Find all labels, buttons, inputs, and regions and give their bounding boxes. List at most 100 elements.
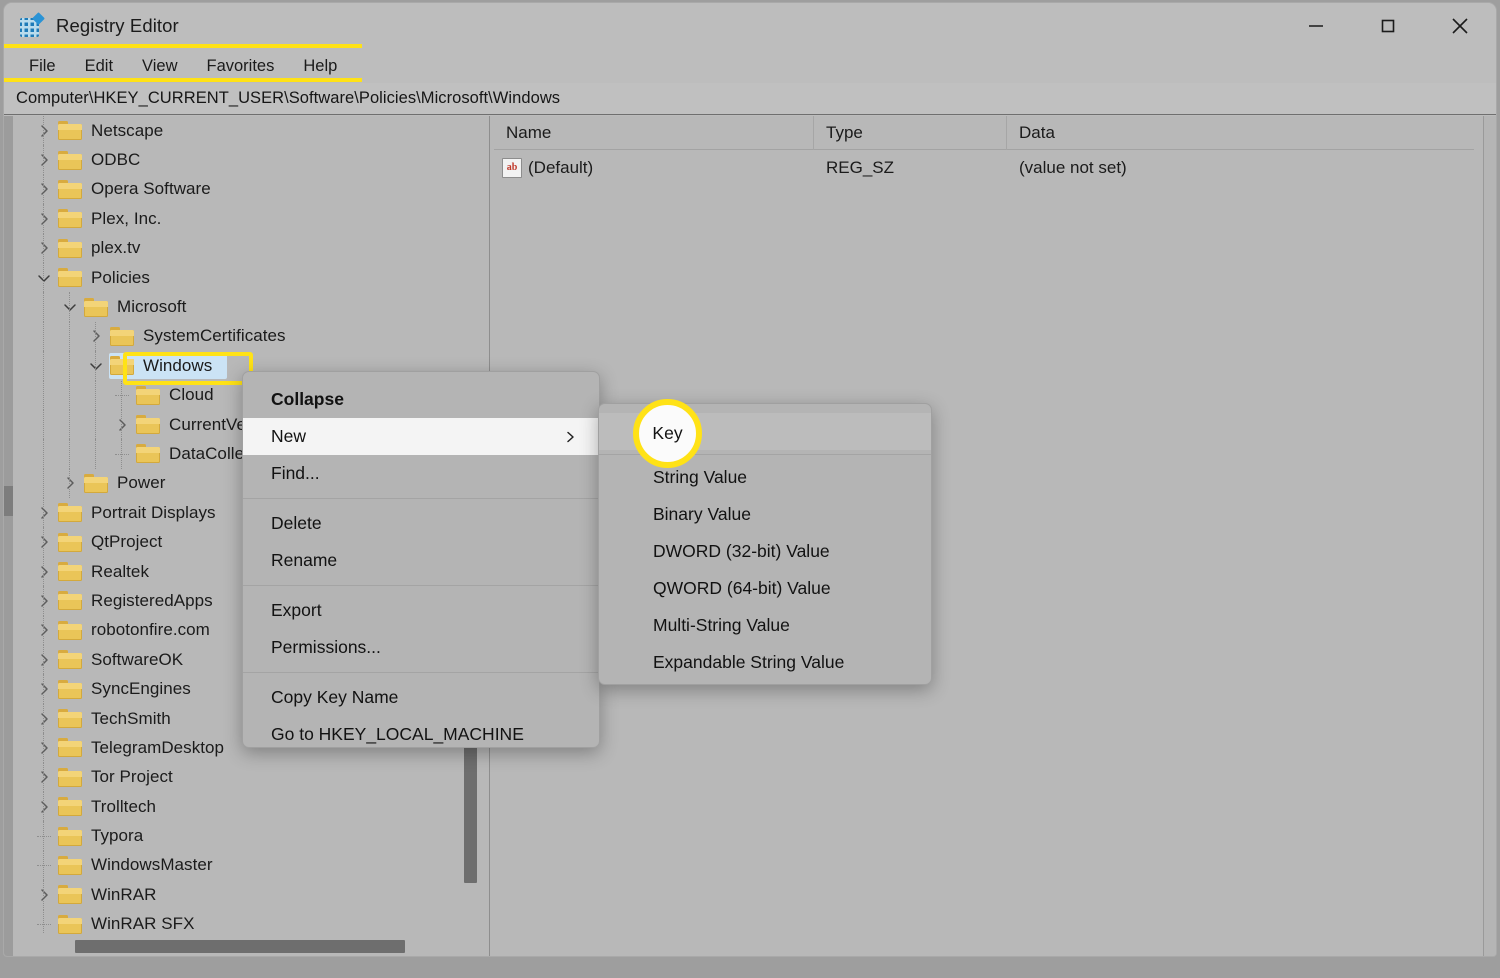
tree-item-typora[interactable]: Typora bbox=[13, 821, 468, 851]
tree-item-netscape[interactable]: Netscape bbox=[13, 116, 468, 146]
menu-file[interactable]: File bbox=[18, 55, 67, 78]
tree-item-trolltech[interactable]: Trolltech bbox=[13, 791, 468, 822]
tree-guide-line bbox=[43, 586, 44, 616]
context-menu-item-collapse[interactable]: Collapse bbox=[243, 381, 599, 418]
tree-guide-line bbox=[95, 321, 96, 352]
tree-item-windowsmaster[interactable]: WindowsMaster bbox=[13, 850, 468, 881]
column-header-type[interactable]: Type bbox=[814, 115, 1007, 150]
submenu-item-dword-32-bit-value[interactable]: DWORD (32-bit) Value bbox=[599, 533, 931, 570]
chevron-right-icon[interactable] bbox=[31, 212, 57, 226]
chevron-right-icon[interactable] bbox=[31, 182, 57, 196]
submenu-item-label: String Value bbox=[653, 467, 748, 487]
chevron-right-icon[interactable] bbox=[31, 124, 57, 138]
folder-icon bbox=[57, 650, 83, 670]
context-menu-item-find[interactable]: Find... bbox=[243, 455, 599, 492]
submenu-item-label: Expandable String Value bbox=[653, 652, 845, 672]
tree-item-systemcertificates[interactable]: SystemCertificates bbox=[13, 321, 468, 352]
menu-help[interactable]: Help bbox=[292, 55, 348, 78]
chevron-right-icon[interactable] bbox=[57, 476, 83, 490]
submenu-item-string-value[interactable]: String Value bbox=[599, 459, 931, 496]
close-button[interactable] bbox=[1424, 3, 1496, 49]
submenu-item-key[interactable]: Key bbox=[599, 413, 931, 450]
menu-favorites[interactable]: Favorites bbox=[196, 55, 286, 78]
value-name-text: (Default) bbox=[528, 158, 594, 177]
chevron-right-icon[interactable] bbox=[31, 712, 57, 726]
folder-icon bbox=[57, 885, 83, 905]
column-header-data[interactable]: Data bbox=[1007, 116, 1474, 150]
tree-item-label: Netscape bbox=[91, 120, 164, 140]
value-name-cell: ab (Default) bbox=[494, 158, 814, 178]
submenu-item-binary-value[interactable]: Binary Value bbox=[599, 496, 931, 533]
tree-item-policies[interactable]: Policies bbox=[13, 262, 468, 293]
tree-horizontal-scrollbar[interactable] bbox=[13, 934, 479, 956]
tree-item-opera-software[interactable]: Opera Software bbox=[13, 174, 468, 205]
menu-edit[interactable]: Edit bbox=[74, 55, 124, 78]
chevron-down-icon[interactable] bbox=[57, 300, 83, 314]
tree-guide-line bbox=[43, 556, 44, 587]
tree-guide-line bbox=[43, 880, 44, 910]
submenu-item-multi-string-value[interactable]: Multi-String Value bbox=[599, 607, 931, 644]
submenu-item-label: QWORD (64-bit) Value bbox=[653, 578, 831, 598]
tree-guide-line bbox=[43, 762, 44, 792]
tree-item-tor-project[interactable]: Tor Project bbox=[13, 762, 468, 792]
context-menu-item-delete[interactable]: Delete bbox=[243, 505, 599, 542]
chevron-right-icon[interactable] bbox=[31, 565, 57, 579]
chevron-right-icon[interactable] bbox=[31, 594, 57, 608]
tree-item-label: WinRAR SFX bbox=[91, 914, 195, 934]
minimize-button[interactable] bbox=[1280, 3, 1352, 49]
context-menu-item-copy-key-name[interactable]: Copy Key Name bbox=[243, 679, 599, 716]
folder-icon bbox=[57, 532, 83, 552]
chevron-right-icon[interactable] bbox=[83, 329, 109, 343]
chevron-right-icon[interactable] bbox=[31, 653, 57, 667]
tree-item-odbc[interactable]: ODBC bbox=[13, 145, 468, 175]
tree-horizontal-scroll-thumb[interactable] bbox=[75, 940, 405, 953]
submenu-item-expandable-string-value[interactable]: Expandable String Value bbox=[599, 644, 931, 681]
submenu-item-qword-64-bit-value[interactable]: QWORD (64-bit) Value bbox=[599, 570, 931, 607]
context-menu-item-label: Copy Key Name bbox=[271, 687, 399, 707]
tree-item-microsoft[interactable]: Microsoft bbox=[13, 292, 468, 322]
tree-item-label: TelegramDesktop bbox=[91, 737, 225, 757]
tree-item-winrar[interactable]: WinRAR bbox=[13, 880, 468, 910]
table-row[interactable]: ab (Default) REG_SZ (value not set) bbox=[494, 152, 1474, 184]
values-vertical-scrollbar[interactable] bbox=[1484, 116, 1496, 956]
chevron-right-icon[interactable] bbox=[31, 623, 57, 637]
tree-guide-elbow bbox=[115, 395, 129, 397]
chevron-right-icon[interactable] bbox=[31, 506, 57, 520]
folder-icon bbox=[57, 209, 83, 229]
tree-item-label: SyncEngines bbox=[91, 679, 191, 699]
tree-item-winrar-sfx[interactable]: WinRAR SFX bbox=[13, 909, 468, 934]
tree-vertical-scroll-thumb[interactable] bbox=[464, 746, 477, 883]
maximize-button[interactable] bbox=[1352, 3, 1424, 49]
context-menu-item-export[interactable]: Export bbox=[243, 592, 599, 629]
tree-guide-elbow bbox=[37, 836, 51, 838]
folder-icon bbox=[135, 385, 161, 405]
chevron-right-icon[interactable] bbox=[31, 800, 57, 814]
tree-guide-line bbox=[43, 292, 44, 322]
tree-item-label: Typora bbox=[91, 826, 144, 846]
context-menu-item-rename[interactable]: Rename bbox=[243, 542, 599, 579]
context-menu-item-new[interactable]: New bbox=[243, 418, 599, 455]
context-menu-item-go-to-hkey-local-machine[interactable]: Go to HKEY_LOCAL_MACHINE bbox=[243, 716, 599, 747]
chevron-right-icon[interactable] bbox=[109, 418, 135, 432]
chevron-right-icon[interactable] bbox=[31, 888, 57, 902]
menu-view[interactable]: View bbox=[131, 55, 188, 78]
context-menu-item-permissions[interactable]: Permissions... bbox=[243, 629, 599, 666]
chevron-down-icon[interactable] bbox=[31, 271, 57, 285]
tree-item-plex-inc[interactable]: Plex, Inc. bbox=[13, 204, 468, 234]
left-edge-strip bbox=[4, 116, 13, 956]
chevron-right-icon[interactable] bbox=[31, 770, 57, 784]
tree-guide-line bbox=[69, 468, 70, 499]
chevron-right-icon[interactable] bbox=[31, 682, 57, 696]
context-menu-item-label: Delete bbox=[271, 513, 322, 533]
column-header-name[interactable]: Name bbox=[494, 115, 814, 150]
chevron-right-icon[interactable] bbox=[31, 241, 57, 255]
chevron-down-icon[interactable] bbox=[83, 359, 109, 373]
address-bar[interactable]: Computer\HKEY_CURRENT_USER\Software\Poli… bbox=[4, 83, 1496, 115]
chevron-right-icon[interactable] bbox=[31, 153, 57, 167]
title-bar: Registry Editor bbox=[4, 3, 1496, 49]
submenu-item-label: DWORD (32-bit) Value bbox=[653, 541, 830, 561]
chevron-right-icon[interactable] bbox=[31, 741, 57, 755]
chevron-right-icon[interactable] bbox=[31, 535, 57, 549]
tree-item-plex-tv[interactable]: plex.tv bbox=[13, 233, 468, 263]
registry-editor-window: Registry Editor File Edit View Favorites… bbox=[3, 2, 1497, 957]
